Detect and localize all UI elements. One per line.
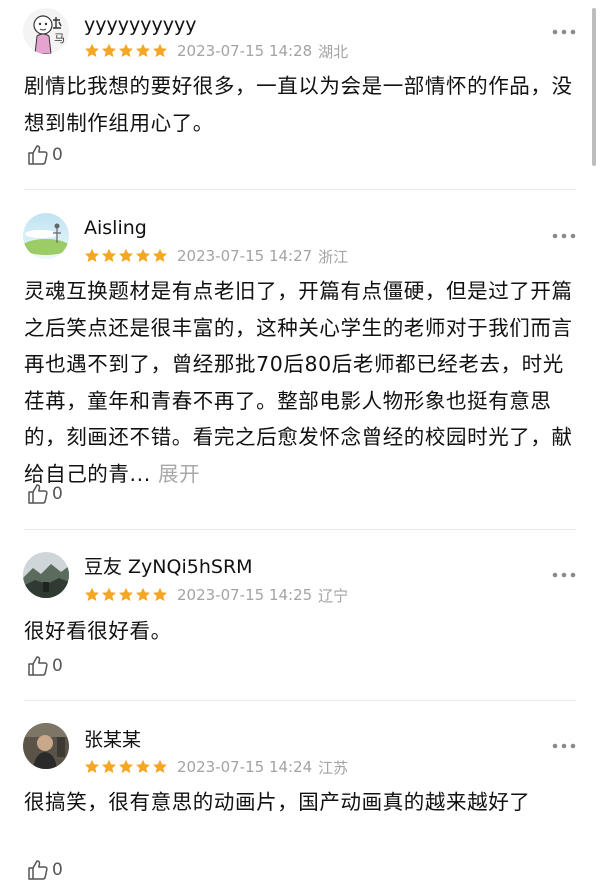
star-icon <box>118 248 134 264</box>
star-icon <box>118 759 134 775</box>
comment-meta: 2023-07-15 14:28 湖北 <box>84 40 348 62</box>
expand-link[interactable]: 展开 <box>158 462 200 486</box>
more-options-icon[interactable] <box>552 232 576 240</box>
star-icon <box>101 43 117 59</box>
comment-text-content: 灵魂互换题材是有点老旧了，开篇有点僵硬，但是过了开篇之后笑点还是很丰富的，这种关… <box>24 279 573 486</box>
svg-text:马: 马 <box>54 32 65 45</box>
thumbs-up-icon <box>28 145 48 165</box>
like-count: 0 <box>52 656 63 676</box>
comment-text: 灵魂互换题材是有点老旧了，开篇有点僵硬，但是过了开篇之后笑点还是很丰富的，这种关… <box>24 273 576 492</box>
comment-location: 江苏 <box>318 758 349 777</box>
thumbs-up-icon <box>28 656 48 676</box>
comment-meta: 2023-07-15 14:27 浙江 <box>84 245 348 267</box>
comment-text: 很搞笑，很有意思的动画片，国产动画真的越来越好了 <box>24 790 531 814</box>
star-icon <box>84 248 100 264</box>
username[interactable]: yyyyyyyyyy <box>84 12 196 38</box>
more-options-icon[interactable] <box>552 742 576 750</box>
like-count: 0 <box>52 484 63 504</box>
divider <box>24 189 576 190</box>
comment-text: 剧情比我想的要好很多，一直以为会是一部情怀的作品，没想到制作组用心了。 <box>24 74 573 135</box>
user-avatar[interactable]: 马 <box>23 8 69 54</box>
like-count: 0 <box>52 860 63 880</box>
star-icon <box>84 43 100 59</box>
comment-datetime: 2023-07-15 14:28 <box>177 42 313 60</box>
cartoon-avatar-icon: 马 <box>23 8 69 54</box>
star-icon <box>118 43 134 59</box>
comment-location: 湖北 <box>318 42 349 61</box>
star-icon <box>118 587 134 603</box>
comment-meta: 2023-07-15 14:24 江苏 <box>84 756 348 778</box>
divider <box>24 700 576 701</box>
star-icon <box>152 248 168 264</box>
star-icon <box>101 759 117 775</box>
star-icon <box>135 43 151 59</box>
user-avatar[interactable] <box>23 552 69 598</box>
star-icon <box>152 43 168 59</box>
username[interactable]: 豆友 ZyNQi5hSRM <box>84 554 253 580</box>
thumbs-up-icon <box>28 860 48 880</box>
star-icon <box>135 759 151 775</box>
like-count: 0 <box>52 145 63 165</box>
star-icon <box>101 587 117 603</box>
user-avatar[interactable] <box>23 723 69 769</box>
comment-datetime: 2023-07-15 14:25 <box>177 586 313 604</box>
like-button[interactable]: 0 <box>26 482 63 506</box>
more-options-icon[interactable] <box>552 28 576 36</box>
rating-stars <box>84 587 169 603</box>
star-icon <box>101 248 117 264</box>
like-button[interactable]: 0 <box>26 143 63 167</box>
star-icon <box>135 587 151 603</box>
comment-location: 浙江 <box>318 247 349 266</box>
comment-datetime: 2023-07-15 14:27 <box>177 247 313 265</box>
thumbs-up-icon <box>28 484 48 504</box>
star-icon <box>152 587 168 603</box>
comment-meta: 2023-07-15 14:25 辽宁 <box>84 584 348 606</box>
star-icon <box>84 587 100 603</box>
sky-avatar-icon <box>23 213 69 259</box>
star-icon <box>84 759 100 775</box>
comment-location: 辽宁 <box>318 586 349 605</box>
comment-text: 很好看很好看。 <box>24 619 172 643</box>
scrollbar[interactable] <box>592 8 596 166</box>
star-icon <box>152 759 168 775</box>
rating-stars <box>84 759 169 775</box>
rating-stars <box>84 43 169 59</box>
like-button[interactable]: 0 <box>26 858 63 882</box>
rating-stars <box>84 248 169 264</box>
username[interactable]: 张某某 <box>84 727 141 753</box>
comment-datetime: 2023-07-15 14:24 <box>177 758 313 776</box>
photo-avatar-icon <box>23 723 69 769</box>
more-options-icon[interactable] <box>552 571 576 579</box>
like-button[interactable]: 0 <box>26 654 63 678</box>
divider <box>24 529 576 530</box>
username[interactable]: Aisling <box>84 215 147 241</box>
user-avatar[interactable] <box>23 213 69 259</box>
star-icon <box>135 248 151 264</box>
landscape-avatar-icon <box>23 552 69 598</box>
